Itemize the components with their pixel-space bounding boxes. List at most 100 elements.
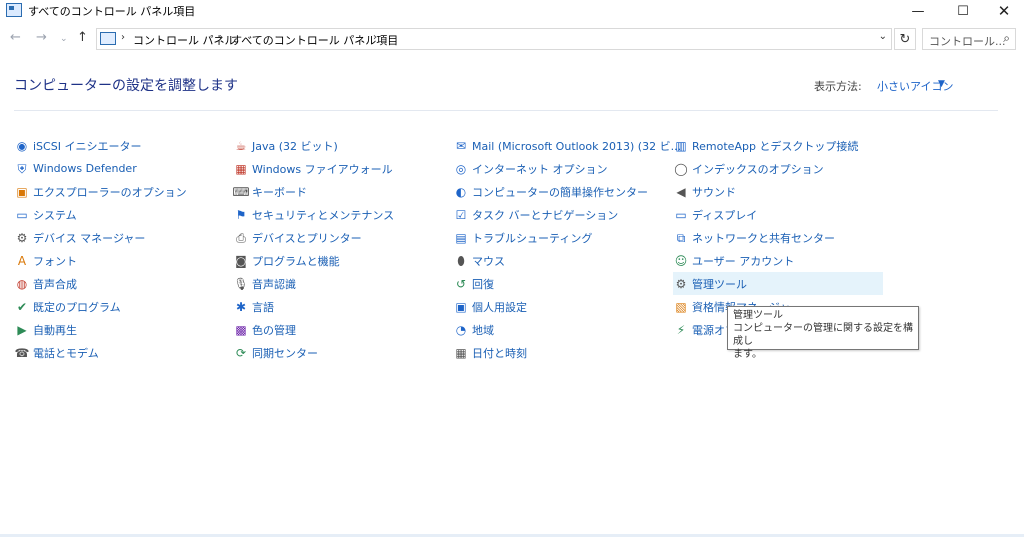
recent-locations-chevron-icon[interactable]: ⌄ <box>60 34 68 44</box>
item-iscsi-initiator[interactable]: ◉ iSCSI イニシエーター <box>14 134 224 157</box>
item-label: 音声合成 <box>33 277 77 291</box>
check-icon: ✔ <box>16 299 28 314</box>
item-date-time[interactable]: ▦ 日付と時刻 <box>453 341 665 364</box>
item-security-maintenance[interactable]: ⚑ セキュリティとメンテナンス <box>233 203 448 226</box>
address-dropdown-icon[interactable]: ⌄ <box>879 31 887 42</box>
breadcrumb-separator[interactable]: › <box>121 32 125 43</box>
power-icon: ⚡ <box>676 322 686 337</box>
item-display[interactable]: ▭ ディスプレイ <box>673 203 883 226</box>
item-label: iSCSI イニシエーター <box>33 139 142 153</box>
taskbar-icon: ☑ <box>455 207 467 222</box>
item-label: プログラムと機能 <box>252 254 340 268</box>
item-devices-printers[interactable]: ⎙ デバイスとプリンター <box>233 226 448 249</box>
breadcrumb-separator[interactable]: › <box>373 32 377 43</box>
item-windows-firewall[interactable]: ▦ Windows ファイアウォール <box>233 157 448 180</box>
minimize-button[interactable]: — <box>900 0 936 22</box>
control-panel-icon <box>100 32 116 45</box>
item-label: 音声認識 <box>252 277 296 291</box>
forward-arrow-icon[interactable]: → <box>36 30 47 45</box>
item-personalization[interactable]: ▣ 個人用設定 <box>453 295 665 318</box>
item-internet-options[interactable]: ◎ インターネット オプション <box>453 157 665 180</box>
item-speech-recognition[interactable]: 🎙 音声認識 <box>233 272 448 295</box>
device-icon: ⚙ <box>16 230 28 245</box>
item-device-manager[interactable]: ⚙ デバイス マネージャー <box>14 226 224 249</box>
header-divider <box>14 110 998 111</box>
tooltip-description: コンピューターの管理に関する設定を構成し <box>733 323 913 347</box>
item-label: 自動再生 <box>33 323 77 337</box>
item-region[interactable]: ◔ 地域 <box>453 318 665 341</box>
item-speech[interactable]: ◍ 音声合成 <box>14 272 224 295</box>
item-windows-defender[interactable]: ⛨ Windows Defender <box>14 157 224 180</box>
item-administrative-tools[interactable]: ⚙ 管理ツール <box>673 272 883 295</box>
title-bar: すべてのコントロール パネル項目 — ☐ ✕ <box>0 0 1024 22</box>
address-bar[interactable]: › コントロール パネル › すべてのコントロール パネル項目 › ⌄ <box>96 28 892 50</box>
item-explorer-options[interactable]: ▣ エクスプローラーのオプション <box>14 180 224 203</box>
search-input[interactable]: コントロール... ⌕ <box>922 28 1016 50</box>
calendar-icon: ▦ <box>455 345 467 360</box>
search-icon[interactable]: ⌕ <box>1003 31 1010 46</box>
close-button[interactable]: ✕ <box>986 0 1022 22</box>
item-mouse[interactable]: ⬮ マウス <box>453 249 665 272</box>
mouse-icon: ⬮ <box>457 253 465 268</box>
item-programs-features[interactable]: ◙ プログラムと機能 <box>233 249 448 272</box>
items-column-1: ◉ iSCSI イニシエーター ⛨ Windows Defender ▣ エクスプロー… <box>14 134 224 364</box>
item-fonts[interactable]: A フォント <box>14 249 224 272</box>
mail-icon: ✉ <box>455 138 467 153</box>
item-label: コンピューターの簡単操作センター <box>472 185 648 199</box>
item-taskbar-navigation[interactable]: ☑ タスク バーとナビゲーション <box>453 203 665 226</box>
keyboard-icon: ⌨ <box>232 184 250 199</box>
item-label: キーボード <box>252 185 307 199</box>
color-icon: ▩ <box>235 322 247 337</box>
monitor-icon: ▭ <box>16 207 28 222</box>
sync-icon: ⟳ <box>235 345 247 360</box>
item-label: ネットワークと共有センター <box>692 231 835 245</box>
item-label: フォント <box>33 254 77 268</box>
item-default-programs[interactable]: ✔ 既定のプログラム <box>14 295 224 318</box>
item-remoteapp[interactable]: ▥ RemoteApp とデスクトップ接続 <box>673 134 883 157</box>
item-label: インデックスのオプション <box>692 162 824 176</box>
item-color-management[interactable]: ▩ 色の管理 <box>233 318 448 341</box>
item-sound[interactable]: ◀ サウンド <box>673 180 883 203</box>
item-label: 電話とモデム <box>33 346 99 360</box>
tooltip-description-cont: ます。 <box>733 349 762 360</box>
accessibility-icon: ◐ <box>455 184 467 199</box>
back-arrow-icon[interactable]: ← <box>10 30 21 45</box>
item-label: 言語 <box>252 300 274 314</box>
item-recovery[interactable]: ↺ 回復 <box>453 272 665 295</box>
item-indexing-options[interactable]: ◯ インデックスのオプション <box>673 157 883 180</box>
credential-icon: ▧ <box>675 299 687 314</box>
item-ease-of-access[interactable]: ◐ コンピューターの簡単操作センター <box>453 180 665 203</box>
item-label: マウス <box>472 254 505 268</box>
refresh-button[interactable]: ↻ <box>894 28 916 50</box>
item-network-sharing[interactable]: ⧉ ネットワークと共有センター <box>673 226 883 249</box>
item-label: デバイスとプリンター <box>252 231 362 245</box>
item-label: セキュリティとメンテナンス <box>252 208 395 222</box>
item-label: デバイス マネージャー <box>33 231 146 245</box>
font-icon: A <box>17 253 27 268</box>
item-label: 同期センター <box>252 346 318 360</box>
internet-icon: ◎ <box>455 161 467 176</box>
up-arrow-icon[interactable]: ↑ <box>77 30 88 45</box>
item-label: エクスプローラーのオプション <box>33 185 187 199</box>
item-label: 個人用設定 <box>472 300 527 314</box>
item-sync-center[interactable]: ⟳ 同期センター <box>233 341 448 364</box>
item-autoplay[interactable]: ▶ 自動再生 <box>14 318 224 341</box>
item-keyboard[interactable]: ⌨ キーボード <box>232 180 448 203</box>
item-system[interactable]: ▭ システム <box>14 203 224 226</box>
item-troubleshooting[interactable]: ▤ トラブルシューティング <box>453 226 665 249</box>
language-icon: ✱ <box>235 299 247 314</box>
page-title: コンピューターの設定を調整します <box>14 78 238 94</box>
breadcrumb-separator[interactable]: › <box>219 32 223 43</box>
shield-icon: ⛨ <box>17 161 27 176</box>
speaker-icon: ◀ <box>676 184 686 199</box>
item-phone-modem[interactable]: ☎ 電話とモデム <box>14 341 224 364</box>
maximize-button[interactable]: ☐ <box>945 0 981 22</box>
index-icon: ◯ <box>674 161 688 176</box>
item-user-accounts[interactable]: ☺ ユーザー アカウント <box>673 249 883 272</box>
display-icon: ▭ <box>675 207 687 222</box>
item-mail[interactable]: ✉ Mail (Microsoft Outlook 2013) (32 ビ... <box>453 134 681 157</box>
chevron-down-icon[interactable]: ▼ <box>938 79 945 89</box>
item-language[interactable]: ✱ 言語 <box>233 295 448 318</box>
items-column-3: ✉ Mail (Microsoft Outlook 2013) (32 ビ... … <box>453 134 681 364</box>
item-java[interactable]: ☕ Java (32 ビット) <box>233 134 448 157</box>
